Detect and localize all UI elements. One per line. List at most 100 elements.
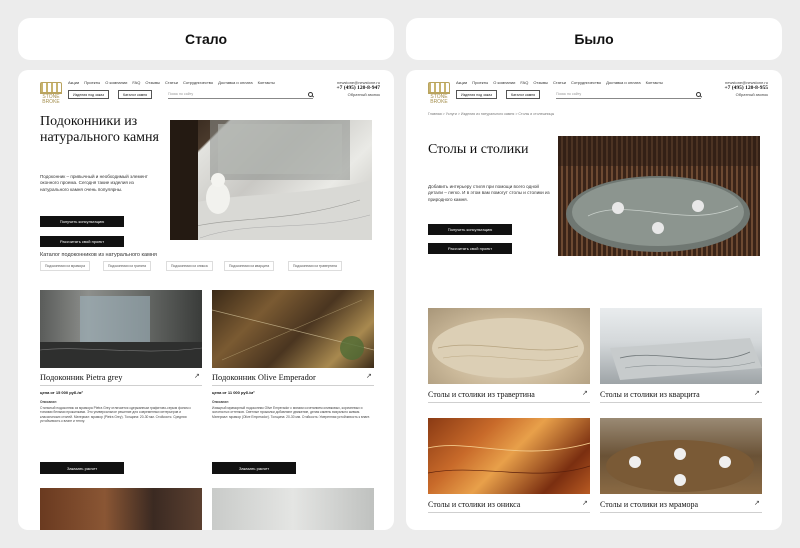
- arrow-up-right-icon[interactable]: ↗: [582, 499, 588, 507]
- nav-item[interactable]: Контакты: [258, 80, 275, 85]
- product-image-onyx[interactable]: [428, 418, 590, 494]
- breadcrumb[interactable]: Главная > Услуги > Изделия из натурально…: [428, 112, 554, 116]
- order-button[interactable]: Изделия под заказ: [68, 90, 110, 99]
- consult-button[interactable]: Получить консультацию: [40, 216, 124, 227]
- after-label: Стало: [184, 31, 227, 47]
- chip-onyx[interactable]: Подоконники из оникса: [166, 261, 213, 271]
- product-photo-detail: [212, 299, 374, 361]
- nav-item[interactable]: Сотрудничество: [571, 80, 601, 85]
- nav-item[interactable]: Статьи: [553, 80, 566, 85]
- hero-photo-detail: [170, 120, 372, 240]
- arrow-up-right-icon[interactable]: ↗: [582, 389, 588, 397]
- product-description: Стильный подоконник из мрамора Pietra Gr…: [40, 406, 192, 424]
- consult-button[interactable]: Получить консультацию: [428, 224, 512, 235]
- order-calc-button[interactable]: Заказать расчет: [212, 462, 296, 474]
- product-image-travertine[interactable]: [428, 308, 590, 384]
- logo-text: STONE BROKE: [42, 94, 60, 105]
- order-button[interactable]: Изделия под заказ: [456, 90, 498, 99]
- nav-item[interactable]: FAQ: [132, 80, 140, 85]
- logo[interactable]: STONE BROKE: [428, 82, 450, 105]
- nav-item[interactable]: Статьи: [165, 80, 178, 85]
- calc-button[interactable]: Рассчитать свой проект: [428, 243, 512, 254]
- page-title: Столы и столики: [428, 142, 529, 157]
- search-icon[interactable]: [308, 91, 313, 97]
- product-desc-label: Описание:: [212, 400, 230, 404]
- divider: [600, 512, 762, 513]
- catalog-button[interactable]: Каталог камня: [118, 90, 153, 99]
- logo-icon: [40, 82, 62, 94]
- nav-item[interactable]: О компании: [493, 80, 515, 85]
- nav-item[interactable]: О компании: [105, 80, 127, 85]
- product-photo-detail: [606, 440, 754, 492]
- nav-item[interactable]: Отзывы: [145, 80, 160, 85]
- nav-item[interactable]: Проекты: [472, 80, 488, 85]
- product-image-pietra-grey[interactable]: [40, 290, 202, 368]
- product-description: Изящный мраморный подоконник Olive Emper…: [212, 406, 371, 419]
- catalog-title: Каталог подоконников из натурального кам…: [40, 252, 157, 258]
- before-panel: STONE BROKE Акции Проекты О компании FAQ…: [406, 70, 782, 530]
- order-calc-button[interactable]: Заказать расчет: [40, 462, 124, 474]
- product-image-next[interactable]: [212, 488, 374, 530]
- category-chips: Подоконники из мрамора Подоконники из гр…: [40, 261, 380, 271]
- product-image-quartzite[interactable]: [600, 308, 762, 384]
- phone-link[interactable]: +7 (495) 120-8-947: [337, 85, 380, 92]
- logo[interactable]: STONE BROKE: [40, 82, 62, 105]
- hero-table-image: [558, 136, 760, 256]
- chip-quartzite[interactable]: Подоконники из кварцита: [224, 261, 275, 271]
- contact-block: newstone@newstone.ru +7 (495) 120-8-947 …: [337, 80, 380, 98]
- arrow-up-right-icon[interactable]: ↗: [366, 372, 372, 380]
- product-image-marble[interactable]: [600, 418, 762, 494]
- product-photo-detail: [610, 338, 762, 380]
- nav-item[interactable]: Акции: [456, 80, 467, 85]
- logo-icon: [428, 82, 450, 94]
- search-icon[interactable]: [696, 91, 701, 97]
- site-header: STONE BROKE Акции Проекты О компании FAQ…: [40, 80, 380, 106]
- catalog-button[interactable]: Каталог камня: [506, 90, 541, 99]
- nav-item[interactable]: Сотрудничество: [183, 80, 213, 85]
- callback-link[interactable]: Обратный звонок: [725, 92, 768, 97]
- product-image-olive-emperador[interactable]: [212, 290, 374, 368]
- arrow-up-right-icon[interactable]: ↗: [754, 389, 760, 397]
- hero-windowsill-image: [170, 120, 372, 240]
- callback-link[interactable]: Обратный звонок: [337, 92, 380, 97]
- nav-item[interactable]: Акции: [68, 80, 79, 85]
- nav-item[interactable]: Контакты: [646, 80, 663, 85]
- nav-item[interactable]: Проекты: [84, 80, 100, 85]
- top-nav: Акции Проекты О компании FAQ Отзывы Стат…: [68, 80, 275, 85]
- nav-item[interactable]: Доставка и оплата: [606, 80, 641, 85]
- chip-marble[interactable]: Подоконники из мрамора: [40, 261, 90, 271]
- product-image-next[interactable]: [40, 488, 202, 530]
- divider: [428, 402, 590, 403]
- product-title[interactable]: Столы и столики из травертина: [428, 390, 535, 399]
- product-desc-label: Описание:: [40, 400, 58, 404]
- hero-photo-detail: [558, 136, 760, 252]
- before-label: Было: [574, 31, 614, 47]
- search-input[interactable]: Поиск по сайту: [168, 90, 313, 99]
- chip-granite[interactable]: Подоконники из гранита: [103, 261, 152, 271]
- product-title[interactable]: Подоконник Pietra grey: [40, 373, 122, 382]
- product-title[interactable]: Столы и столики из кварцита: [600, 390, 700, 399]
- arrow-up-right-icon[interactable]: ↗: [754, 499, 760, 507]
- product-photo-detail: [40, 296, 202, 368]
- divider: [428, 512, 590, 513]
- search-input[interactable]: Поиск по сайту: [556, 90, 701, 99]
- nav-item[interactable]: Доставка и оплата: [218, 80, 253, 85]
- calc-button[interactable]: Рассчитать свой проект: [40, 236, 124, 247]
- product-photo-detail: [428, 442, 590, 474]
- logo-text: STONE BROKE: [430, 94, 448, 105]
- nav-item[interactable]: Отзывы: [533, 80, 548, 85]
- chip-travertine[interactable]: Подоконники из травертина: [288, 261, 342, 271]
- page-lead: Подоконник – привычный и необходимый эле…: [40, 174, 148, 192]
- phone-link[interactable]: +7 (495) 120-8-955: [725, 85, 768, 92]
- before-label-card: Было: [406, 18, 782, 60]
- arrow-up-right-icon[interactable]: ↗: [194, 372, 200, 380]
- product-title[interactable]: Столы и столики из мрамора: [600, 500, 698, 509]
- nav-item[interactable]: FAQ: [520, 80, 528, 85]
- product-title[interactable]: Столы и столики из оникса: [428, 500, 520, 509]
- site-header: STONE BROKE Акции Проекты О компании FAQ…: [428, 80, 768, 106]
- divider: [212, 385, 374, 386]
- page-lead: Добавить интерьеру стиля при помощи всег…: [428, 184, 550, 202]
- search-placeholder: Поиск по сайту: [556, 92, 582, 96]
- product-title[interactable]: Подоконник Olive Emperador: [212, 373, 316, 382]
- after-panel: STONE BROKE Акции Проекты О компании FAQ…: [18, 70, 394, 530]
